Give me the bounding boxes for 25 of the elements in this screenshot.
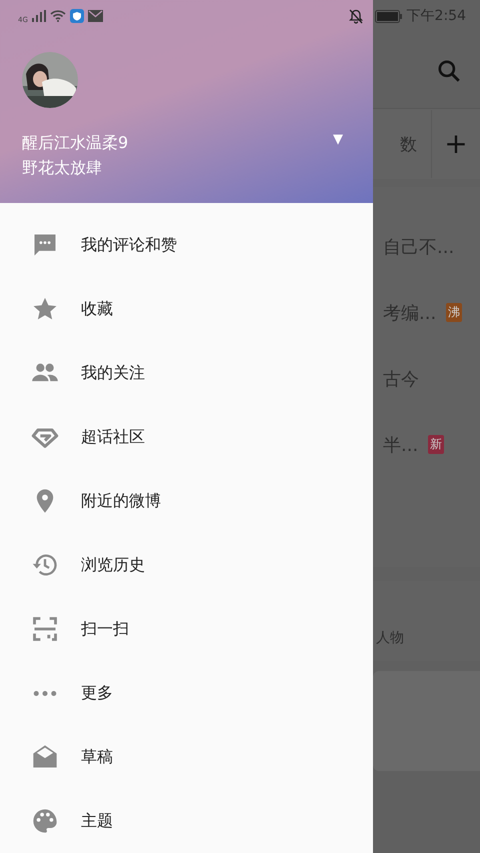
menu-item[interactable]: 超话社区 — [0, 405, 373, 469]
menu-item[interactable]: 我的评论和赞 — [0, 213, 373, 277]
menu-item[interactable]: 草稿 — [0, 725, 373, 789]
menu-item[interactable]: 我的关注 — [0, 341, 373, 405]
signal-icon — [32, 10, 46, 22]
battery-icon — [374, 10, 403, 22]
mail-icon — [88, 10, 103, 22]
bell-off-icon — [348, 8, 363, 24]
menu-item[interactable]: 浏览历史 — [0, 533, 373, 597]
wifi-icon — [50, 10, 66, 22]
shield-icon — [70, 9, 84, 23]
menu-item[interactable]: 收藏 — [0, 277, 373, 341]
trend-tag: 新 — [428, 435, 444, 454]
dropdown-arrow[interactable]: ▼ — [333, 132, 343, 147]
scan-icon — [31, 615, 59, 643]
more-icon — [31, 690, 59, 696]
menu-item[interactable]: 更多 — [0, 661, 373, 725]
trend-tag: 沸 — [446, 303, 462, 322]
search-icon[interactable] — [436, 58, 462, 84]
user-name: 醒后江水温柔9 — [22, 132, 128, 154]
menu-item[interactable]: 附近的微博 — [0, 469, 373, 533]
user-bio: 野花太放肆 — [22, 157, 103, 179]
menu-item[interactable]: 扫一扫 — [0, 597, 373, 661]
menu-item[interactable]: 主题 — [0, 789, 373, 853]
palette-icon — [31, 807, 59, 835]
